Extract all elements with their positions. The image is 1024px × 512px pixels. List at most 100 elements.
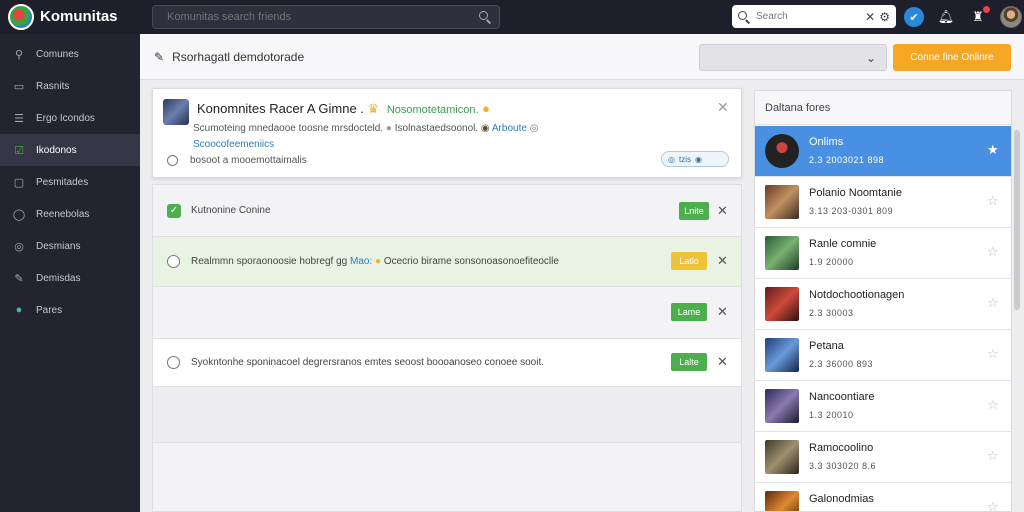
radio-button[interactable] [167, 255, 180, 268]
notifications-icon[interactable]: ♜ [968, 6, 990, 27]
gear-icon[interactable]: ⚙ [879, 10, 890, 24]
card-title: Konomnites Racer A Gimne . ♛ Nosomotetam… [197, 101, 490, 117]
friend-avatar [765, 389, 799, 423]
circle-icon: ◎ [14, 240, 24, 253]
star-outline-icon[interactable]: ☆ [987, 244, 999, 260]
sidebar-item-pares[interactable]: ● Pares [0, 294, 140, 326]
friend-meta: 3.13 203-0301 809 [809, 206, 894, 216]
sidebar-item-comunes[interactable]: ⚲ Comunes [0, 38, 140, 70]
search-icon[interactable] [479, 11, 491, 23]
card-link[interactable]: Scoocofeemeniics [193, 139, 274, 150]
star-icon[interactable]: ★ [987, 142, 999, 158]
friend-meta: 1.9 20000 [809, 257, 854, 267]
global-search-input[interactable] [167, 11, 479, 23]
scrollbar[interactable] [1014, 130, 1020, 310]
close-icon[interactable]: ✕ [717, 253, 728, 269]
user-icon: ⚲ [14, 48, 24, 61]
friend-avatar [765, 287, 799, 321]
star-outline-icon[interactable]: ☆ [987, 193, 999, 209]
list-header-pill[interactable]: Lnite [679, 202, 709, 220]
card-author-link[interactable]: Arboute [492, 123, 527, 134]
global-search[interactable] [152, 5, 500, 29]
avatar-icon: ◉ [480, 123, 490, 134]
friend-avatar [765, 440, 799, 474]
edit-icon[interactable]: ✎ [154, 50, 164, 64]
card-chip[interactable]: ◎ tzis ◉ [661, 151, 729, 167]
sidebar-item-label: Comunes [36, 48, 79, 60]
star-outline-icon[interactable]: ☆ [987, 448, 999, 464]
search-icon [738, 10, 750, 23]
friend-meta: 1.3 20010 [809, 410, 854, 420]
chat-icon: ◉ [694, 154, 702, 164]
friend-name: Ranle comnie [809, 238, 877, 250]
star-outline-icon[interactable]: ☆ [987, 499, 999, 511]
status-pill[interactable]: Lame [671, 303, 707, 321]
list-item[interactable]: Realmmn sporaonoosie hobregf gg Mao: ● O… [153, 237, 741, 287]
friends-panel: Daltana fores Onlims 2.3 2003021 898 ★ P… [754, 90, 1012, 512]
friend-meta: 3.3 303020 8.6 [809, 461, 877, 471]
list-item-tail: Ocecrio birame sonsonoasonoefiteoclle [383, 256, 559, 267]
dot-icon: ● [385, 123, 392, 134]
user-search[interactable]: ✕ ⚙ [732, 5, 896, 28]
friend-list-item[interactable]: Ramocoolino 3.3 303020 8.6 ☆ [755, 432, 1011, 483]
status-pill[interactable]: Lalte [671, 353, 707, 371]
friend-list-item[interactable]: Polanio Noomtanie 3.13 203-0301 809 ☆ [755, 177, 1011, 228]
coin-icon: ● [375, 256, 382, 267]
sidebar-item-reenebolas[interactable]: ◯ Reenebolas [0, 198, 140, 230]
coin-icon: ● [482, 101, 491, 116]
bell-icon[interactable]: 🔔︎ [936, 7, 956, 27]
friend-list-item[interactable]: Nancoontiare 1.3 20010 ☆ [755, 381, 1011, 432]
status-pill[interactable]: Latlo [671, 252, 707, 270]
close-icon[interactable]: ✕ [717, 203, 728, 219]
top-bar: Komunitas ✕ ⚙ ✔ 🔔︎ ♜ [0, 0, 1024, 34]
avatar[interactable] [1000, 6, 1022, 28]
friend-list-item[interactable]: Galonodmias ☆ [755, 483, 1011, 511]
sidebar-item-ergo-icondos[interactable]: ☰ Ergo Icondos [0, 102, 140, 134]
list-item[interactable]: Syokntonhe sponinacoel degrersranos emte… [153, 339, 741, 387]
star-outline-icon[interactable]: ☆ [987, 295, 999, 311]
wrench-icon: ✎ [14, 272, 24, 285]
friend-name: Polanio Noomtanie [809, 187, 902, 199]
close-icon[interactable]: ✕ [717, 354, 728, 370]
card-thumbnail[interactable] [163, 99, 189, 125]
twitter-icon[interactable]: ✔ [904, 7, 924, 27]
friend-avatar [765, 338, 799, 372]
sidebar: ⚲ Comunes ▭ Rasnits ☰ Ergo Icondos ☑ Ikodono… [0, 34, 140, 512]
friend-name: Petana [809, 340, 844, 352]
list-item[interactable]: Lame ✕ [153, 287, 741, 339]
online-button[interactable]: Conne fine Onlinre [893, 44, 1011, 71]
friend-list-item[interactable]: Ranle comnie 1.9 20000 ☆ [755, 228, 1011, 279]
list-empty-row [153, 387, 741, 443]
close-icon[interactable]: ✕ [865, 10, 875, 24]
card-footer: bosoot a mooemottaimalis [167, 155, 307, 166]
card-footer-text: bosoot a mooemottaimalis [190, 155, 307, 166]
box-icon: ▭ [13, 80, 25, 93]
sidebar-item-demisdas[interactable]: ✎ Demisdas [0, 262, 140, 294]
sidebar-item-pesmitades[interactable]: ▢ Pesmitades [0, 166, 140, 198]
sidebar-item-label: Ikodonos [36, 144, 77, 156]
card-desc-link[interactable]: Isolnastaedsoonol. [395, 123, 478, 134]
sidebar-item-label: Demisdas [36, 272, 81, 284]
radio-button[interactable] [167, 356, 180, 369]
star-outline-icon[interactable]: ☆ [987, 397, 999, 413]
sidebar-item-desmians[interactable]: ◎ Desmians [0, 230, 140, 262]
user-search-input[interactable] [756, 11, 862, 22]
page-title-text: Rsorhagatl demdotorade [172, 50, 305, 64]
list-item-main-text: Realmmn sporaonoosie hobregf gg [191, 256, 348, 267]
star-outline-icon[interactable]: ☆ [987, 346, 999, 362]
friend-name: Nancoontiare [809, 391, 875, 403]
friend-list-item[interactable]: Notdochootionagen 2.3 30003 ☆ [755, 279, 1011, 330]
friend-list-item[interactable]: Onlims 2.3 2003021 898 ★ [755, 126, 1011, 177]
close-icon[interactable]: ✕ [717, 99, 729, 116]
check-icon[interactable]: ✓ [167, 203, 181, 218]
main-area: ✎ Rsorhagatl demdotorade ⌄ Conne fine On… [140, 34, 1024, 512]
sidebar-item-ikodonos[interactable]: ☑ Ikodonos [0, 134, 140, 166]
list-item-text: Syokntonhe sponinacoel degrersranos emte… [191, 357, 545, 368]
friend-list-item[interactable]: Petana 2.3 36000 893 ☆ [755, 330, 1011, 381]
filter-select[interactable]: ⌄ [699, 44, 887, 71]
friend-meta: 2.3 30003 [809, 308, 854, 318]
sidebar-item-rasnits[interactable]: ▭ Rasnits [0, 70, 140, 102]
close-icon[interactable]: ✕ [717, 304, 728, 320]
list-header-row[interactable]: ✓ Kutnonine Conine Lnite ✕ [153, 185, 741, 237]
brand[interactable]: Komunitas [0, 4, 140, 30]
